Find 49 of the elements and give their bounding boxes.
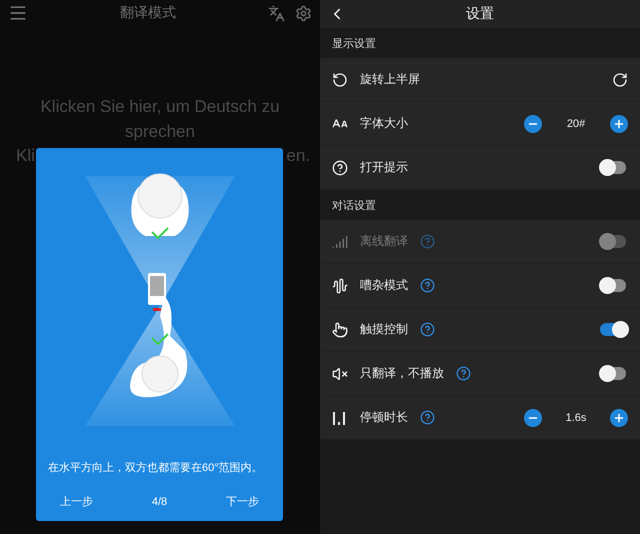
minus-button[interactable] — [524, 114, 542, 132]
section-title: 显示设置 — [331, 36, 377, 52]
rotate-icon[interactable] — [612, 72, 628, 88]
setting-label: 嘈杂模式 — [360, 277, 408, 294]
help-icon[interactable] — [420, 410, 435, 425]
dialog-message: 在水平方向上，双方也都需要在60°范围内。 — [47, 460, 264, 475]
setting-label: 离线翻译 — [360, 233, 408, 250]
settings-row[interactable]: 打开提示 — [320, 146, 640, 190]
setting-label: 旋转上半屏 — [360, 71, 420, 88]
question-icon — [332, 160, 348, 176]
settings-row[interactable]: 旋转上半屏 — [320, 58, 640, 102]
settings-row[interactable]: 触摸控制 — [320, 308, 640, 352]
help-icon[interactable] — [420, 322, 435, 337]
toggle-switch[interactable] — [600, 161, 626, 174]
hand-pointer-icon — [332, 322, 348, 338]
screen-title: 翻译模式 — [119, 4, 177, 22]
help-icon[interactable] — [456, 366, 471, 381]
settings-row[interactable]: 只翻译，不播放 — [320, 352, 640, 396]
minus-button[interactable] — [524, 408, 542, 426]
settings-title: 设置 — [465, 5, 495, 23]
setting-label: 只翻译，不播放 — [360, 365, 444, 382]
signal-icon — [332, 234, 348, 250]
setting-label: 停顿时长 — [360, 409, 408, 426]
settings-row[interactable]: 嘈杂模式 — [320, 264, 640, 308]
setting-value: 1.6s — [564, 412, 588, 424]
page-indicator: 4/8 — [152, 496, 168, 508]
rotate-icon — [332, 72, 348, 88]
section-title: 对话设置 — [331, 198, 377, 214]
plus-button[interactable] — [610, 408, 628, 426]
toggle-switch[interactable] — [600, 367, 626, 380]
waveform-icon — [332, 278, 348, 294]
translate-icon[interactable] — [268, 4, 285, 22]
toggle-switch[interactable] — [600, 279, 626, 292]
setting-label: 字体大小 — [360, 115, 408, 132]
plus-button[interactable] — [610, 114, 628, 132]
bars-icon — [332, 410, 348, 426]
settings-icon[interactable] — [295, 4, 312, 22]
setting-label: 打开提示 — [360, 159, 408, 176]
settings-row[interactable]: 字体大小 20# — [320, 102, 640, 146]
back-button[interactable]: 上一步 — [56, 490, 97, 513]
mute-icon — [332, 366, 348, 382]
plus-icon — [613, 412, 625, 424]
next-button[interactable]: 下一步 — [222, 490, 263, 513]
settings-row[interactable]: 停顿时长 1.6s — [320, 396, 640, 440]
setting-value: 20# — [566, 118, 586, 130]
toggle-switch[interactable] — [600, 323, 626, 336]
setting-label: 触摸控制 — [360, 321, 408, 338]
help-icon[interactable] — [420, 278, 435, 293]
plus-icon — [613, 118, 625, 130]
